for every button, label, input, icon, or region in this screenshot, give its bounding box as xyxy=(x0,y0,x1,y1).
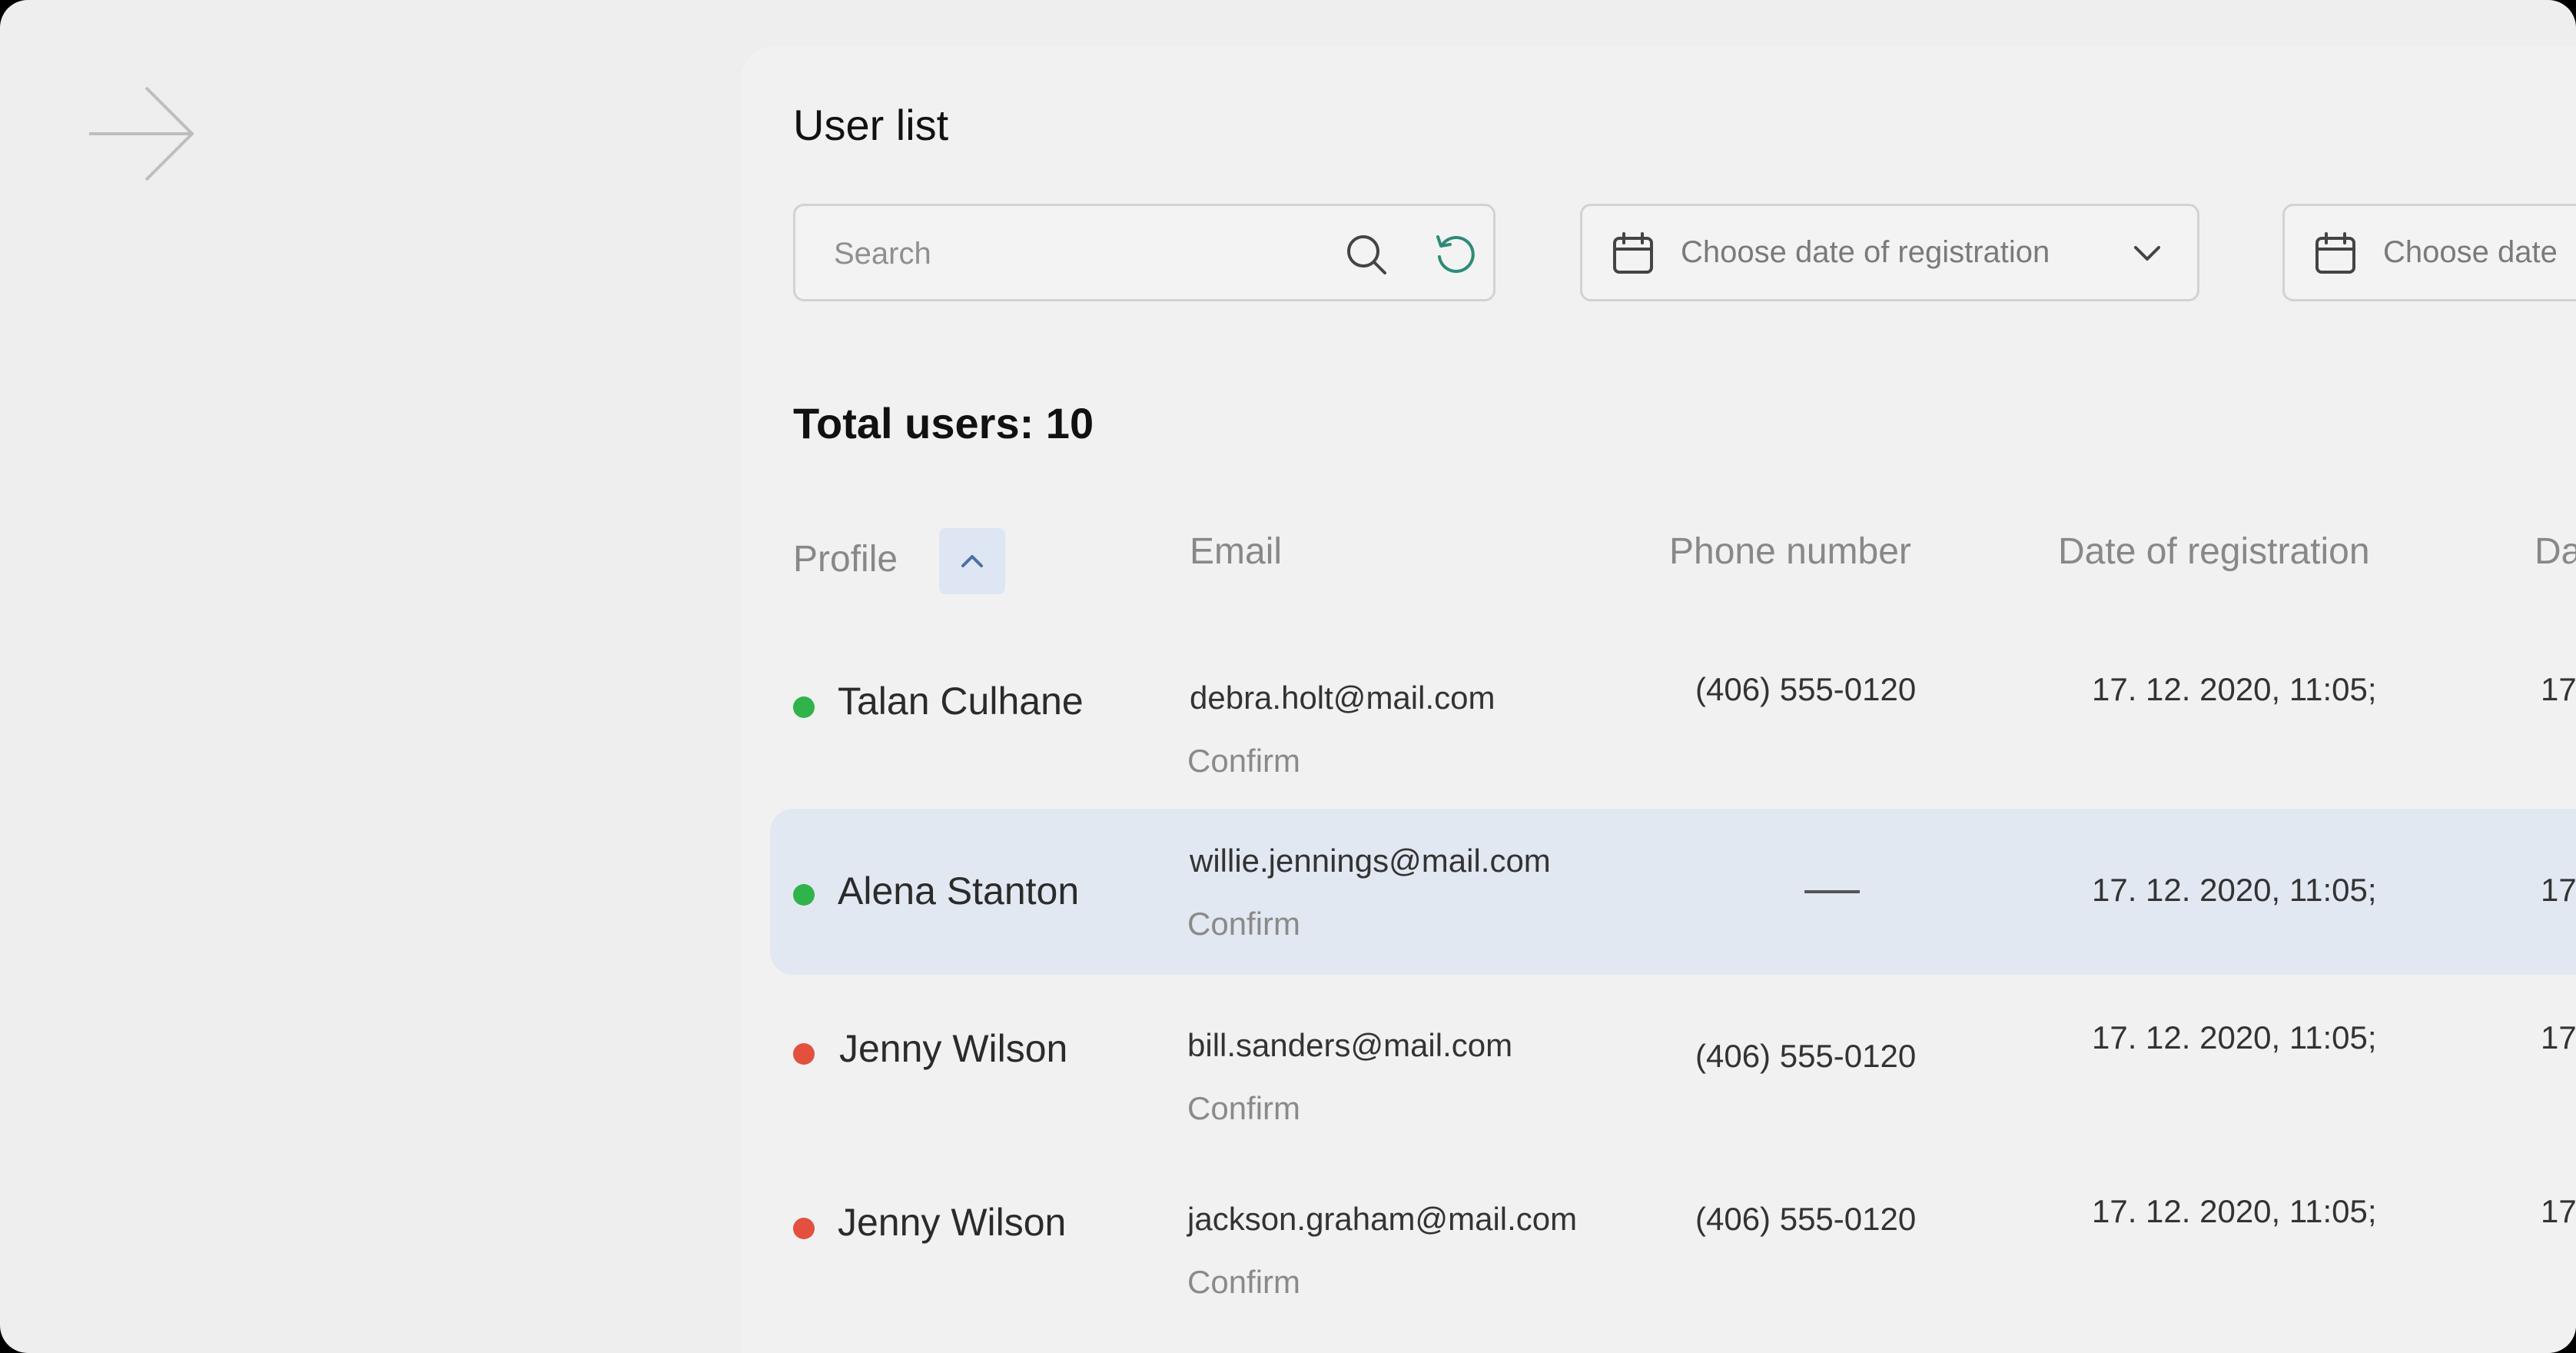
registration-date: 17. 12. 2020, 11:05; xyxy=(2092,872,2377,908)
user-email: jackson.graham@mail.com xyxy=(1187,1201,1578,1237)
user-email: bill.sanders@mail.com xyxy=(1187,1027,1513,1063)
registration-date: 17. 12. 2020, 11:05; xyxy=(2092,671,2377,707)
confirm-link[interactable]: Confirm xyxy=(1187,1264,1300,1301)
column-header-profile[interactable]: Profile xyxy=(793,538,898,580)
registration-date-filter[interactable]: Choose date of registration xyxy=(1580,204,2199,301)
registration-date: 17. 12. 2020, 11:05; xyxy=(2092,1019,2377,1055)
user-email: debra.holt@mail.com xyxy=(1190,680,1495,716)
truncated-date: 17 xyxy=(2541,1019,2576,1055)
search-input[interactable] xyxy=(832,229,1327,278)
truncated-date: 17 xyxy=(2541,671,2576,707)
confirm-link[interactable]: Confirm xyxy=(1187,743,1300,780)
empty-phone-dash xyxy=(1804,890,1860,893)
app-window: User list Choose date of registration xyxy=(0,0,2576,1353)
chevron-down-icon xyxy=(2134,246,2160,261)
truncated-date: 17 xyxy=(2541,1193,2576,1229)
date-filter[interactable]: Choose date xyxy=(2282,204,2576,301)
confirm-link[interactable]: Confirm xyxy=(1187,1090,1300,1127)
column-header-phone: Phone number xyxy=(1669,531,1911,572)
arrow-right-icon[interactable] xyxy=(88,86,197,181)
status-indicator xyxy=(793,884,815,906)
status-indicator xyxy=(793,696,815,718)
user-phone: (406) 555-0120 xyxy=(1695,671,1917,707)
registration-date-filter-label: Choose date of registration xyxy=(1681,235,2050,269)
user-name: Jenny Wilson xyxy=(838,1201,1067,1244)
calendar-icon xyxy=(2315,232,2355,274)
page-title: User list xyxy=(793,101,949,149)
column-header-truncated: Da xyxy=(2535,531,2576,572)
search-icon[interactable] xyxy=(1343,231,1390,278)
user-name: Jenny Wilson xyxy=(839,1027,1068,1070)
sort-button[interactable] xyxy=(939,528,1005,594)
user-email: willie.jennings@mail.com xyxy=(1190,843,1551,879)
user-name: Talan Culhane xyxy=(838,680,1084,723)
total-users-count: Total users: 10 xyxy=(793,399,1094,447)
truncated-date: 17 xyxy=(2541,872,2576,908)
search-box xyxy=(793,204,1495,301)
status-indicator xyxy=(793,1043,815,1065)
registration-date: 17. 12. 2020, 11:05; xyxy=(2092,1193,2377,1229)
user-phone: (406) 555-0120 xyxy=(1695,1038,1917,1074)
status-indicator xyxy=(793,1218,815,1239)
user-name: Alena Stanton xyxy=(838,869,1080,913)
date-filter-label: Choose date xyxy=(2383,235,2558,269)
confirm-link[interactable]: Confirm xyxy=(1187,906,1300,942)
calendar-icon xyxy=(1613,232,1653,274)
column-header-email: Email xyxy=(1190,531,1283,572)
chevron-up-icon xyxy=(961,555,983,567)
column-header-registration-date: Date of registration xyxy=(2058,531,2370,572)
user-phone: (406) 555-0120 xyxy=(1695,1201,1917,1237)
refresh-icon[interactable] xyxy=(1432,231,1479,278)
